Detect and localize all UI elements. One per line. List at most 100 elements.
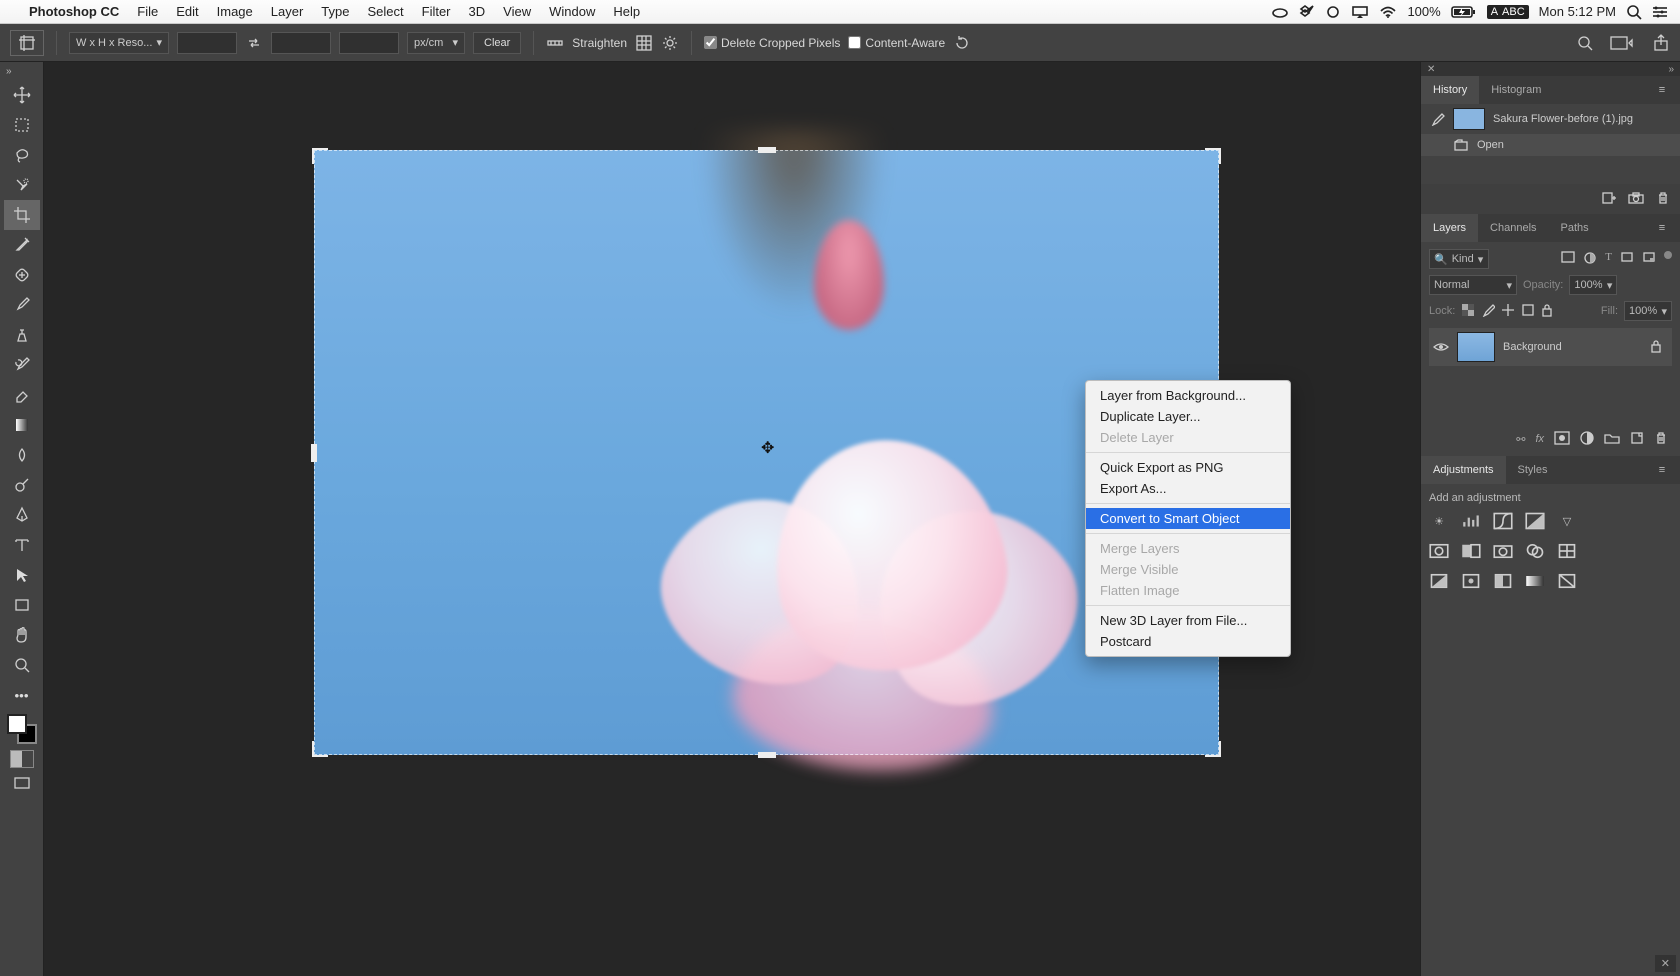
tool-brush[interactable] (4, 290, 40, 320)
layer-visibility-icon[interactable] (1433, 341, 1449, 353)
delete-layer-icon[interactable] (1654, 431, 1668, 448)
adj-curves-icon[interactable] (1493, 512, 1513, 530)
delete-cropped-checkbox[interactable]: Delete Cropped Pixels (704, 36, 840, 50)
adj-bw-icon[interactable] (1461, 542, 1481, 560)
panel-collapse-icon[interactable]: » (1668, 64, 1674, 75)
layer-background[interactable]: Background (1429, 328, 1672, 366)
active-tool-thumb[interactable] (10, 30, 44, 56)
new-adjustment-icon[interactable] (1580, 431, 1594, 448)
menu-3d[interactable]: 3D (460, 4, 495, 19)
control-center-icon[interactable] (1652, 5, 1668, 19)
layer-filter-kind[interactable]: 🔍Kind▾ (1429, 249, 1489, 269)
lock-pos-icon[interactable] (1501, 303, 1515, 320)
tool-path-select[interactable] (4, 560, 40, 590)
adj-brightness-icon[interactable]: ☀ (1429, 512, 1449, 530)
menu-file[interactable]: File (128, 4, 167, 19)
ctx-duplicate-layer[interactable]: Duplicate Layer... (1086, 406, 1290, 427)
content-aware-checkbox[interactable]: Content-Aware (848, 36, 945, 50)
ctx-convert-smart-object[interactable]: Convert to Smart Object (1086, 508, 1290, 529)
quickmask-toggle[interactable] (10, 750, 34, 768)
tool-zoom[interactable] (4, 650, 40, 680)
crop-width-input[interactable] (177, 32, 237, 54)
document-canvas[interactable]: ✥ (314, 150, 1219, 755)
crop-preset-select[interactable]: W x H x Reso...▾ (69, 32, 169, 54)
new-snapshot-doc-icon[interactable] (1600, 191, 1616, 208)
reset-crop-icon[interactable] (953, 34, 971, 52)
adj-channel-mixer-icon[interactable] (1525, 542, 1545, 560)
straighten-icon[interactable] (546, 34, 564, 52)
tab-adjustments[interactable]: Adjustments (1421, 456, 1506, 484)
ctx-layer-from-bg[interactable]: Layer from Background... (1086, 385, 1290, 406)
wifi-icon[interactable] (1379, 5, 1397, 19)
lock-image-icon[interactable] (1481, 303, 1495, 320)
adj-selective-icon[interactable] (1557, 572, 1577, 590)
tool-crop[interactable] (4, 200, 40, 230)
menu-select[interactable]: Select (358, 4, 412, 19)
menu-app[interactable]: Photoshop CC (20, 4, 128, 19)
filter-shape-icon[interactable] (1620, 251, 1634, 268)
ctx-new-3d-layer[interactable]: New 3D Layer from File... (1086, 610, 1290, 631)
link-layers-icon[interactable]: ⚯ (1516, 433, 1525, 446)
ctx-export-as[interactable]: Export As... (1086, 478, 1290, 499)
ctx-quick-export[interactable]: Quick Export as PNG (1086, 457, 1290, 478)
tool-rectangle[interactable] (4, 590, 40, 620)
menu-filter[interactable]: Filter (413, 4, 460, 19)
new-layer-icon[interactable] (1630, 431, 1644, 448)
tool-quick-select[interactable] (4, 170, 40, 200)
share-icon[interactable] (1652, 34, 1670, 52)
tool-history-brush[interactable] (4, 350, 40, 380)
filter-adjust-icon[interactable] (1583, 251, 1597, 268)
menu-image[interactable]: Image (208, 4, 262, 19)
adj-gradient-map-icon[interactable] (1525, 572, 1545, 590)
tool-more[interactable]: ••• (4, 680, 40, 710)
adj-posterize-icon[interactable] (1461, 572, 1481, 590)
fill-field[interactable]: 100%▾ (1624, 301, 1672, 321)
tool-blur[interactable] (4, 440, 40, 470)
lock-all-icon[interactable] (1541, 303, 1553, 320)
tab-styles[interactable]: Styles (1506, 456, 1560, 484)
filter-pixel-icon[interactable] (1561, 251, 1575, 268)
tool-type[interactable] (4, 530, 40, 560)
swap-wh-icon[interactable] (245, 34, 263, 52)
tool-move[interactable] (4, 80, 40, 110)
crop-settings-icon[interactable] (661, 34, 679, 52)
adj-vibrance-icon[interactable]: ▽ (1557, 512, 1577, 530)
bottom-panel-close-icon[interactable]: ✕ (1655, 955, 1676, 972)
adj-lut-icon[interactable] (1557, 542, 1577, 560)
tool-healing[interactable] (4, 260, 40, 290)
crop-clear-button[interactable]: Clear (473, 32, 521, 54)
menu-window[interactable]: Window (540, 4, 604, 19)
ctx-postcard[interactable]: Postcard (1086, 631, 1290, 652)
lock-trans-icon[interactable] (1461, 303, 1475, 320)
history-step-open[interactable]: Open (1421, 134, 1680, 156)
crop-res-input[interactable] (339, 32, 399, 54)
tool-rect-marquee[interactable] (4, 110, 40, 140)
filter-smart-icon[interactable] (1642, 251, 1656, 268)
tool-dodge[interactable] (4, 470, 40, 500)
tool-eraser[interactable] (4, 380, 40, 410)
tab-history[interactable]: History (1421, 76, 1479, 104)
screen-mode-toggle[interactable] (4, 768, 40, 798)
menu-help[interactable]: Help (604, 4, 649, 19)
search-icon[interactable] (1576, 34, 1594, 52)
toolbox-collapse-icon[interactable]: » (0, 66, 43, 80)
crop-unit-select[interactable]: px/cm▾ (407, 32, 465, 54)
new-snapshot-icon[interactable] (1628, 192, 1644, 207)
adjustments-panel-menu-icon[interactable]: ≡ (1650, 464, 1674, 476)
straighten-label[interactable]: Straighten (572, 36, 627, 50)
spotlight-icon[interactable] (1626, 4, 1642, 20)
tool-lasso[interactable] (4, 140, 40, 170)
input-source[interactable]: A ABC (1487, 5, 1529, 19)
screenmode-icon[interactable] (1608, 34, 1638, 52)
dropbox-icon[interactable] (1299, 5, 1315, 19)
history-panel-menu-icon[interactable]: ≡ (1650, 84, 1674, 96)
color-swatches[interactable] (7, 714, 37, 744)
fx-icon[interactable]: fx (1535, 433, 1544, 445)
filter-type-icon[interactable]: T (1605, 251, 1612, 268)
adj-threshold-icon[interactable] (1493, 572, 1513, 590)
adj-invert-icon[interactable] (1429, 572, 1449, 590)
airplay-icon[interactable] (1351, 5, 1369, 19)
cloud-icon[interactable] (1271, 5, 1289, 19)
menu-layer[interactable]: Layer (262, 4, 313, 19)
tool-gradient[interactable] (4, 410, 40, 440)
